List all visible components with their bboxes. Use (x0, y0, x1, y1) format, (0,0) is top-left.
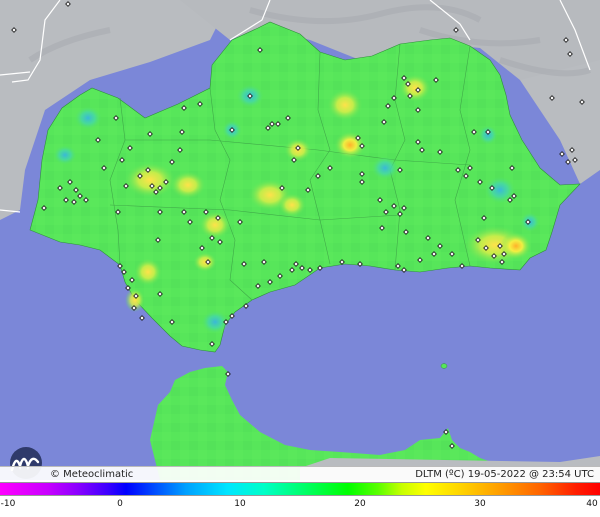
colorbar-ticks: -10 0 10 20 30 40 (0, 496, 600, 517)
copyright-text: © Meteoclimatic (50, 469, 134, 480)
island-alboran (440, 363, 448, 369)
legend-title: DLTM (ºC) 19-05-2022 @ 23:54 UTC (415, 469, 594, 480)
colorbar-tick-label: 20 (354, 499, 366, 509)
colorbar-tick-label: 0 (117, 499, 123, 509)
map-footer: © Meteoclimatic DLTM (ºC) 19-05-2022 @ 2… (0, 466, 600, 482)
colorbar-tick-label: 40 (586, 499, 598, 509)
temperature-map[interactable] (0, 0, 600, 480)
temperature-colorbar (0, 482, 600, 496)
colorbar-tick-label: 30 (474, 499, 486, 509)
colorbar-tick-label: -10 (0, 499, 16, 509)
colorbar-tick-label: 10 (234, 499, 246, 509)
